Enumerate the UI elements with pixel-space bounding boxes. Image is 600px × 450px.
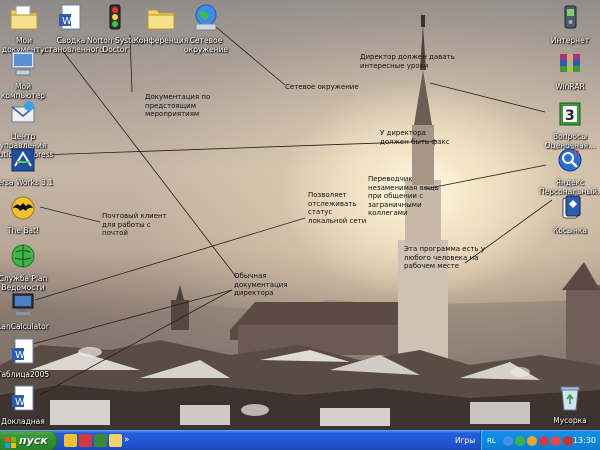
versa-works-icon-item[interactable]: Versa Works 3.1	[0, 144, 54, 187]
start-label: пуск	[19, 434, 48, 447]
computer-icon	[7, 48, 39, 80]
versaworks-icon	[7, 144, 39, 176]
network-places-icon-item[interactable]: Сетевое окружение	[175, 2, 237, 54]
cards-icon	[554, 192, 586, 224]
icon-label: LanCalculator	[0, 322, 49, 331]
the-bat-icon-item[interactable]: The Bat!	[0, 192, 54, 235]
recycle-bin-icon-item[interactable]: Мусорка	[539, 382, 600, 425]
winrar-archive-icon	[554, 48, 586, 80]
svg-text:W: W	[15, 350, 25, 361]
tray-clock[interactable]: 13:30	[573, 431, 596, 450]
recycle-bin-icon	[554, 382, 586, 414]
icon-label: Косынка	[553, 226, 587, 235]
questions-assessment-icon-item[interactable]: 3 Вопросы Оценочная...	[539, 98, 600, 150]
desktop[interactable]: Мои документы W Сводка установленного...…	[0, 0, 600, 430]
quicklaunch-bat-icon[interactable]	[64, 434, 77, 447]
tray-security-icon[interactable]	[563, 436, 573, 446]
outlook-mail-icon	[7, 98, 39, 130]
lancalculator-icon-item[interactable]: LanCalculator	[0, 288, 54, 331]
system-tray: RL 13:30	[480, 431, 600, 450]
annotation-docs: Документация по предстоящим мероприятиям	[145, 93, 211, 118]
annotation-fax: У директора должен быть факс	[380, 129, 450, 146]
yandex-search-icon: Я	[554, 144, 586, 176]
traffic-light-icon	[99, 2, 131, 34]
network-globe-icon	[190, 2, 222, 34]
tray-shield-icon[interactable]	[503, 436, 513, 446]
annotation-status: Позволяет отслеживать статус локальной с…	[308, 191, 367, 225]
word-document-icon: W	[7, 383, 39, 415]
annotation-translator: Переводчик незаменимая вещь при общении …	[368, 175, 439, 217]
solitaire-icon-item[interactable]: Косынка	[539, 192, 600, 235]
mobile-phone-icon	[554, 2, 586, 34]
word-document-icon: W	[7, 336, 39, 368]
internet-icon-item[interactable]: Интернет	[539, 2, 600, 45]
quicklaunch-app-icon[interactable]	[94, 434, 107, 447]
winrar-icon-item[interactable]: WinRAR	[539, 48, 600, 91]
icon-label: Сетевое окружение	[183, 36, 229, 54]
icon-label: Докладная	[1, 417, 45, 426]
bat-icon	[7, 192, 39, 224]
quicklaunch-folder-icon[interactable]	[109, 434, 122, 447]
tray-network-icon[interactable]	[515, 436, 525, 446]
language-indicator[interactable]: RL	[487, 431, 496, 450]
yandex-icon-item[interactable]: Я Яндекс Персональный...	[539, 144, 600, 196]
icon-label: WinRAR	[555, 82, 585, 91]
three-badge-icon: 3	[554, 98, 586, 130]
icon-label: Versa Works 3.1	[0, 178, 54, 187]
my-computer-icon-item[interactable]: Мой компьютер	[0, 48, 54, 100]
quicklaunch-more-icon[interactable]: »	[124, 434, 137, 447]
folder-documents-icon	[8, 2, 40, 34]
wallpaper	[0, 15, 600, 430]
annotation-director-lessons: Директор должен давать интересные уроки	[360, 53, 455, 70]
icon-label: The Bat!	[6, 226, 40, 235]
report-memo-icon-item[interactable]: W Докладная	[0, 383, 54, 426]
svg-text:W: W	[62, 16, 72, 27]
table2005-icon-item[interactable]: W Таблица2005	[0, 336, 54, 379]
tray-antivirus-icon[interactable]	[527, 436, 537, 446]
games-toolbar-label[interactable]: Игры	[455, 431, 475, 450]
network-monitor-icon	[7, 288, 39, 320]
svg-text:W: W	[15, 397, 25, 408]
annotation-everyone: Эта программа есть у любого человека на …	[404, 245, 485, 270]
globe-icon	[7, 240, 39, 272]
start-button[interactable]: пуск	[0, 431, 58, 450]
taskbar: пуск » Игры RL 13:30	[0, 430, 600, 450]
tray-volume-icon[interactable]	[551, 436, 561, 446]
word-document-icon: W	[55, 2, 87, 34]
quicklaunch-save-icon[interactable]	[79, 434, 92, 447]
windows-flag-icon	[5, 435, 16, 448]
svg-text:Я: Я	[574, 149, 580, 158]
annotation-mail: Почтовый клиент для работы с почтой	[102, 212, 167, 237]
annotation-common-docs: Обычная документация директора	[234, 272, 288, 297]
icon-label: Интернет	[550, 36, 590, 45]
svg-text:3: 3	[565, 108, 575, 124]
quick-launch: »	[64, 434, 137, 448]
plan-service-icon-item[interactable]: Служба Plan Ведомости	[0, 240, 54, 292]
annotation-network: Сетевое окружение	[285, 83, 359, 91]
icon-label: Таблица2005	[0, 370, 50, 379]
tray-k-icon[interactable]	[539, 436, 549, 446]
folder-icon	[145, 2, 177, 34]
icon-label: Мусорка	[553, 416, 587, 425]
